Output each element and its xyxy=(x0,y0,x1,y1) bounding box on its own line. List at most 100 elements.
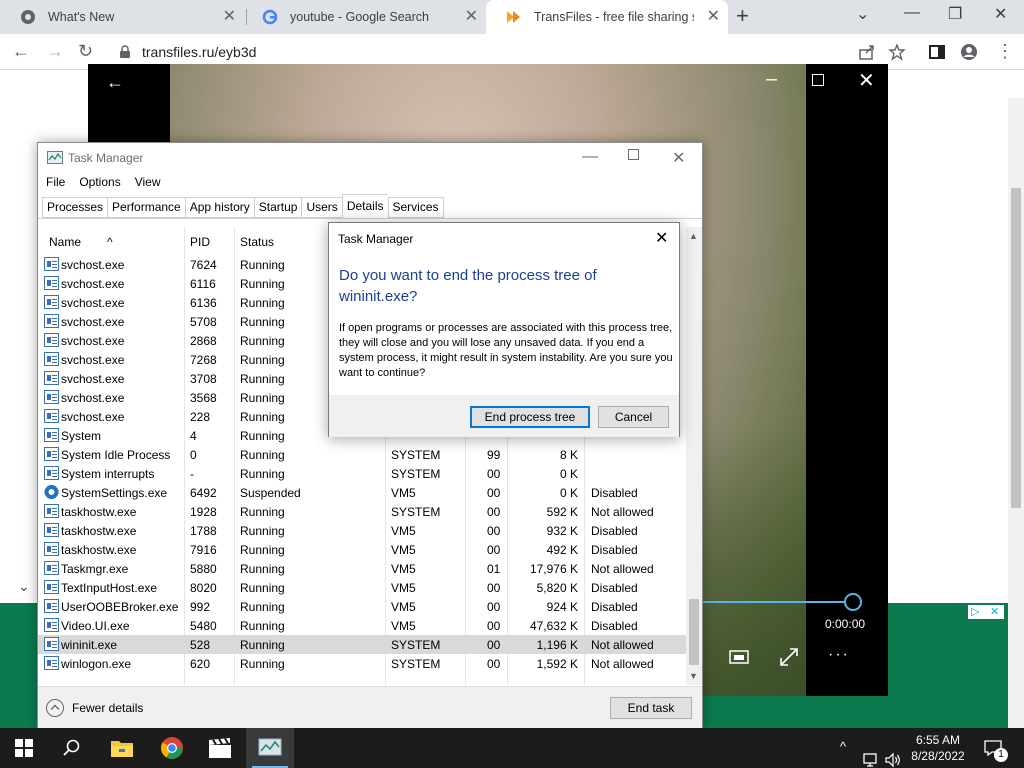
close-icon[interactable]: ✕ xyxy=(994,4,1007,24)
ad-close-icon[interactable]: ✕ xyxy=(990,605,999,618)
tab-whats-new[interactable]: What's New ✕ xyxy=(0,0,244,34)
menu-file[interactable]: File xyxy=(46,175,65,189)
chevron-down-icon[interactable]: ⌄ xyxy=(18,578,30,595)
taskbar-chrome[interactable] xyxy=(148,728,196,768)
more-options-icon[interactable]: ··· xyxy=(828,646,850,664)
tab-transfiles[interactable]: TransFiles - free file sharing servi ✕ xyxy=(486,0,728,34)
table-row[interactable]: System interrupts - Running SYSTEM 00 0 K xyxy=(38,464,686,483)
close-icon[interactable]: ✕ xyxy=(672,148,685,168)
reload-icon[interactable]: ↻ xyxy=(78,41,93,61)
cell-mem: 592 K xyxy=(546,505,578,519)
new-tab-icon[interactable]: + xyxy=(736,5,749,27)
maximize-icon[interactable] xyxy=(812,74,824,86)
close-icon[interactable]: ✕ xyxy=(655,228,668,248)
cancel-button[interactable]: Cancel xyxy=(598,406,669,428)
cell-name: taskhostw.exe xyxy=(61,543,137,557)
cast-icon[interactable] xyxy=(728,648,750,666)
cell-pid: 5480 xyxy=(190,619,217,633)
menu-dots-icon[interactable]: ⋮ xyxy=(996,41,1014,61)
table-row[interactable]: taskhostw.exe 7916 Running VM5 00 492 K Disabl… xyxy=(38,540,686,559)
table-row[interactable]: taskhostw.exe 1788 Running VM5 00 932 K Disabl… xyxy=(38,521,686,540)
chevron-up-icon[interactable]: ^ xyxy=(840,739,846,768)
notification-center-button[interactable]: 1 xyxy=(982,728,1012,768)
scroll-up-icon[interactable]: ▲ xyxy=(689,231,698,241)
table-row[interactable]: wininit.exe 528 Running SYSTEM 00 1,196 K Not … xyxy=(38,635,686,654)
address-bar[interactable]: transfiles.ru/eyb3d xyxy=(112,37,932,67)
cell-mem: 5,820 K xyxy=(536,581,578,595)
process-icon xyxy=(44,390,59,404)
tab-performance[interactable]: Performance xyxy=(107,197,185,218)
column-header-name[interactable]: Name xyxy=(49,235,81,249)
taskbar-video-editor[interactable] xyxy=(196,728,244,768)
clapperboard-icon xyxy=(209,737,231,758)
network-icon[interactable] xyxy=(862,740,880,768)
tab-services[interactable]: Services xyxy=(387,197,444,218)
chevron-down-icon[interactable]: ⌄ xyxy=(856,4,869,24)
table-row[interactable]: UserOOBEBroker.exe 992 Running VM5 00 924 K Di… xyxy=(38,597,686,616)
cell-pid: 5880 xyxy=(190,562,217,576)
table-row[interactable]: winlogon.exe 620 Running SYSTEM 00 1,592 K Not… xyxy=(38,654,686,673)
tab-users[interactable]: Users xyxy=(301,197,342,218)
scrollbar-thumb[interactable] xyxy=(689,599,699,665)
back-arrow-icon[interactable]: ← xyxy=(106,72,124,93)
cell-name: TextInputHost.exe xyxy=(61,581,158,595)
restore-icon[interactable]: ❐ xyxy=(948,4,962,24)
side-panel-icon[interactable] xyxy=(928,43,946,61)
system-clock[interactable]: 6:55 AM 8/28/2022 xyxy=(898,732,978,764)
ad-info-icon[interactable]: ▷ xyxy=(971,605,979,618)
table-row[interactable]: TextInputHost.exe 8020 Running VM5 00 5,820 K… xyxy=(38,578,686,597)
minimize-icon[interactable]: – xyxy=(766,68,777,91)
page-scrollbar[interactable] xyxy=(1008,98,1024,728)
close-icon[interactable]: ✕ xyxy=(707,9,720,25)
cell-name: System Idle Process xyxy=(61,448,171,462)
sort-ascending-icon: ^ xyxy=(107,235,113,249)
table-row[interactable]: System Idle Process 0 Running SYSTEM 99 8 K xyxy=(38,445,686,464)
cell-mem: 932 K xyxy=(546,524,578,538)
end-task-button[interactable]: End task xyxy=(610,697,692,719)
back-arrow-icon[interactable]: ← xyxy=(12,41,30,61)
search-button[interactable] xyxy=(48,728,96,768)
table-row[interactable]: SystemSettings.exe 6492 Suspended VM5 00 0 K D… xyxy=(38,483,686,502)
fewer-details-toggle[interactable]: Fewer details xyxy=(46,699,143,717)
tab-processes[interactable]: Processes xyxy=(42,197,108,218)
table-scrollbar[interactable]: ▲ ▼ xyxy=(686,227,702,685)
tab-startup[interactable]: Startup xyxy=(253,197,302,218)
close-icon[interactable]: ✕ xyxy=(465,9,478,25)
share-icon[interactable] xyxy=(858,43,876,61)
menu-bar: File Options View xyxy=(46,175,175,189)
table-row[interactable]: Video.UI.exe 5480 Running VM5 00 47,632 K Disa… xyxy=(38,616,686,635)
taskbar-file-explorer[interactable] xyxy=(98,728,146,768)
scrollbar-thumb[interactable] xyxy=(1011,188,1021,508)
taskbar-task-manager[interactable] xyxy=(246,728,294,768)
end-process-tree-button[interactable]: End process tree xyxy=(470,406,590,428)
start-button[interactable] xyxy=(0,728,48,768)
seek-bar[interactable] xyxy=(702,601,846,603)
cell-uac: Not allowed xyxy=(591,562,654,576)
scroll-down-icon[interactable]: ▼ xyxy=(689,671,698,681)
menu-options[interactable]: Options xyxy=(79,175,120,189)
tab-youtube-search[interactable]: youtube - Google Search ✕ xyxy=(242,0,486,34)
process-icon xyxy=(44,542,59,556)
cell-user: VM5 xyxy=(391,486,416,500)
maximize-icon[interactable] xyxy=(628,149,639,160)
tab-details[interactable]: Details xyxy=(341,194,388,218)
process-icon xyxy=(44,618,59,632)
menu-view[interactable]: View xyxy=(135,175,161,189)
fullscreen-icon[interactable] xyxy=(778,646,800,668)
minimize-icon[interactable]: — xyxy=(904,4,920,22)
close-icon[interactable]: ✕ xyxy=(858,68,875,93)
star-icon[interactable] xyxy=(888,43,906,61)
tab-app-history[interactable]: App history xyxy=(184,197,254,218)
table-row[interactable]: Taskmgr.exe 5880 Running VM5 01 17,976 K Not a… xyxy=(38,559,686,578)
settings-gear-icon xyxy=(44,485,59,499)
close-icon[interactable]: ✕ xyxy=(223,9,236,25)
table-row[interactable]: taskhostw.exe 1928 Running SYSTEM 00 592 K Not… xyxy=(38,502,686,521)
profile-avatar-icon[interactable] xyxy=(960,43,978,61)
minimize-icon[interactable]: — xyxy=(582,148,598,166)
seek-handle[interactable] xyxy=(844,593,862,611)
column-header-pid[interactable]: PID xyxy=(190,235,210,249)
column-header-status[interactable]: Status xyxy=(240,235,274,249)
ad-choices-badge[interactable]: ▷ ✕ xyxy=(968,605,1004,619)
cell-pid: 5708 xyxy=(190,315,217,329)
forward-arrow-icon[interactable]: → xyxy=(46,41,64,61)
